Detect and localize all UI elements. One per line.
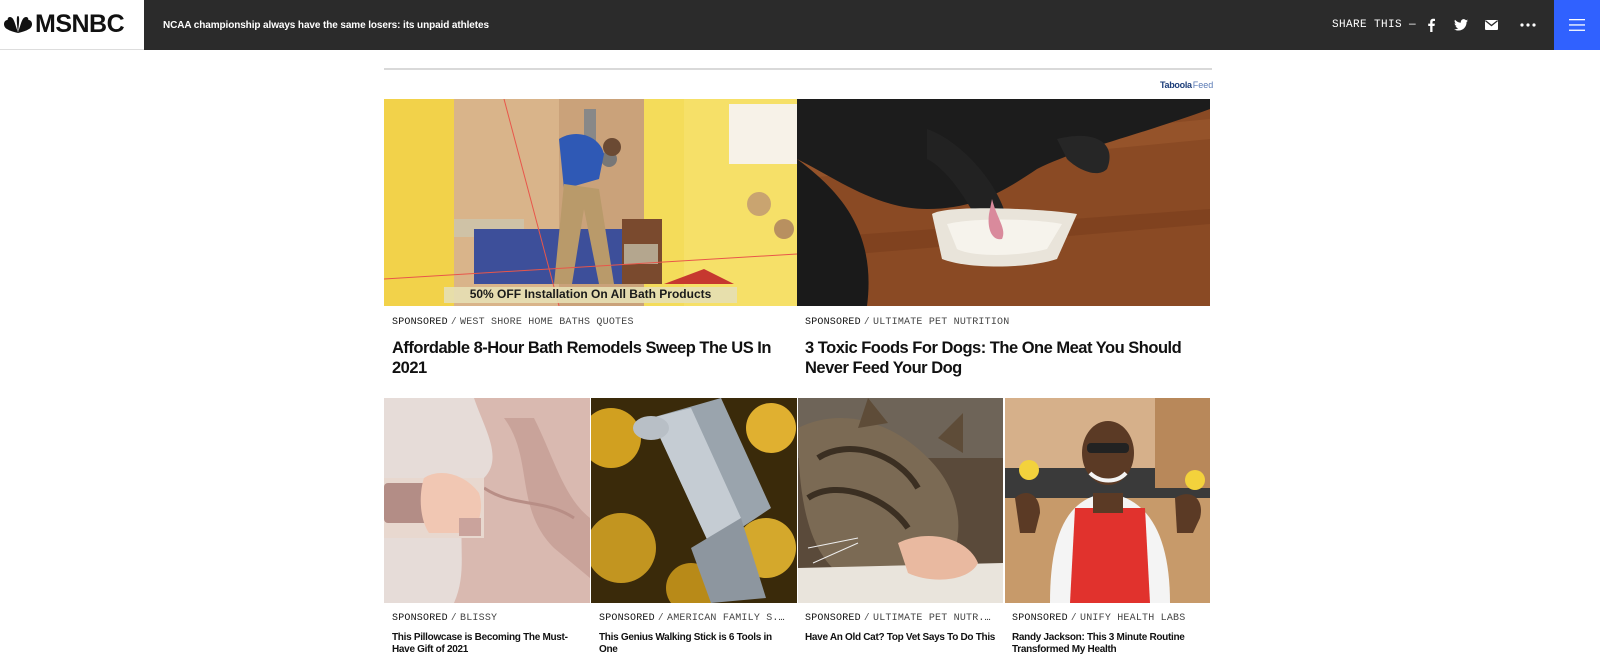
sponsored-label: SPONSORED: [1012, 613, 1068, 624]
sponsor-name[interactable]: BLISSY: [460, 613, 497, 624]
facebook-icon[interactable]: [1421, 15, 1441, 35]
sponsored-label: SPONSORED: [392, 317, 448, 328]
peacock-icon: [4, 15, 32, 33]
dog-eating-image[interactable]: [797, 99, 1210, 306]
sponsored-label: SPONSORED: [599, 613, 655, 624]
card-title[interactable]: This Pillowcase is Becoming The Must-Hav…: [392, 632, 584, 655]
sponsor-name[interactable]: WEST SHORE HOME BATHS QUOTES: [460, 317, 634, 328]
top-navigation-bar: MSNBC NCAA championship always have the …: [0, 0, 1600, 50]
card-meta: SPONSORED / AMERICAN FAMILY S...: [599, 613, 789, 624]
card-meta: SPONSORED / ULTIMATE PET NUTRITION: [805, 317, 1010, 328]
card-title[interactable]: 3 Toxic Foods For Dogs: The One Meat You…: [805, 338, 1205, 378]
card-title[interactable]: Have An Old Cat? Top Vet Says To Do This: [805, 632, 997, 644]
sponsored-label: SPONSORED: [805, 317, 861, 328]
taboola-feed-suffix: Feed: [1192, 80, 1214, 90]
more-icon[interactable]: [1518, 15, 1538, 35]
card-meta: SPONSORED / ULTIMATE PET NUTR...: [805, 613, 995, 624]
mail-icon[interactable]: [1481, 15, 1501, 35]
sponsor-name[interactable]: AMERICAN FAMILY S...: [667, 613, 789, 624]
hamburger-menu-button[interactable]: [1554, 0, 1600, 50]
image-caption: 50% OFF Installation On All Bath Product…: [469, 287, 712, 301]
sponsor-name[interactable]: ULTIMATE PET NUTRITION: [873, 317, 1009, 328]
sponsored-label: SPONSORED: [805, 613, 861, 624]
hamburger-menu-icon: [1569, 19, 1585, 31]
logo-wordmark: MSNBC: [35, 10, 125, 38]
cat-eating-image[interactable]: [798, 398, 1003, 603]
card-meta: SPONSORED / WEST SHORE HOME BATHS QUOTES: [392, 317, 634, 328]
sponsor-name[interactable]: UNIFY HEALTH LABS: [1080, 613, 1185, 624]
walking-stick-image[interactable]: [591, 398, 797, 603]
bath-remodel-image[interactable]: 50% OFF Installation On All Bath Product…: [384, 99, 797, 306]
msnbc-logo[interactable]: MSNBC: [0, 0, 144, 50]
article-headline: NCAA championship always have the same l…: [163, 19, 489, 31]
share-label: SHARE THIS —: [1332, 19, 1417, 31]
card-title[interactable]: This Genius Walking Stick is 6 Tools in …: [599, 632, 791, 655]
card-title[interactable]: Randy Jackson: This 3 Minute Routine Tra…: [1012, 632, 1204, 655]
card-meta: SPONSORED / BLISSY: [392, 613, 498, 624]
randy-jackson-image[interactable]: [1005, 398, 1210, 603]
section-divider: [384, 68, 1212, 70]
sponsored-label: SPONSORED: [392, 613, 448, 624]
taboola-brand: Taboola: [1160, 80, 1192, 90]
card-meta: SPONSORED / UNIFY HEALTH LABS: [1012, 613, 1186, 624]
taboola-feed-logo[interactable]: Taboola Feed: [1160, 80, 1213, 90]
pillowcase-image[interactable]: [384, 398, 590, 603]
card-title[interactable]: Affordable 8-Hour Bath Remodels Sweep Th…: [392, 338, 787, 378]
sponsor-name[interactable]: ULTIMATE PET NUTR...: [873, 613, 995, 624]
twitter-icon[interactable]: [1451, 15, 1471, 35]
